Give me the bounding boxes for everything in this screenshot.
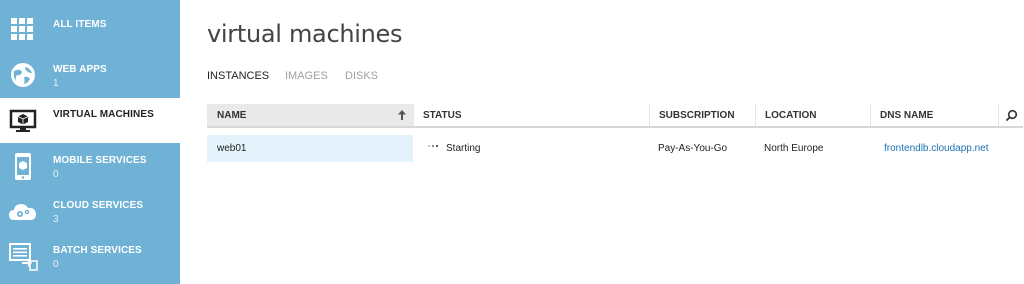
- cell-name[interactable]: web01: [207, 135, 413, 162]
- globe-icon: [8, 60, 38, 90]
- sidebar-item-label: BATCH SERVICES: [53, 245, 142, 256]
- column-header-status[interactable]: STATUS: [413, 104, 649, 126]
- cloud-gear-icon: [8, 196, 38, 226]
- status-text: Starting: [446, 143, 481, 154]
- column-header-dns-name[interactable]: DNS NAME: [870, 104, 998, 126]
- sidebar-item-mobile-services[interactable]: MOBILE SERVICES 0: [0, 144, 180, 189]
- column-header-name[interactable]: NAME: [207, 104, 413, 126]
- cell-location: North Europe: [764, 143, 824, 154]
- sidebar-item-label: MOBILE SERVICES: [53, 155, 147, 166]
- sidebar-item-label: VIRTUAL MACHINES: [53, 109, 154, 120]
- grid-icon: [8, 15, 38, 45]
- sidebar-item-all-items[interactable]: ALL ITEMS: [0, 8, 180, 53]
- sidebar-item-label: WEB APPS: [53, 64, 107, 75]
- column-header-location[interactable]: LOCATION: [755, 104, 870, 126]
- sidebar-item-cloud-services[interactable]: CLOUD SERVICES 3: [0, 189, 180, 234]
- tab-instances[interactable]: INSTANCES: [207, 70, 269, 82]
- sort-ascending-arrow-icon[interactable]: [397, 109, 407, 121]
- cell-subscription: Pay-As-You-Go: [658, 143, 728, 154]
- sidebar-item-web-apps[interactable]: WEB APPS 1: [0, 53, 180, 98]
- mobile-device-icon: [8, 151, 38, 181]
- virtual-machine-icon: [8, 105, 38, 135]
- spinner-dots-icon: [428, 143, 439, 149]
- sidebar-item-count: 3: [53, 214, 59, 225]
- tab-disks[interactable]: DISKS: [345, 70, 378, 82]
- sidebar-item-label: CLOUD SERVICES: [53, 200, 144, 211]
- sidebar-item-label: ALL ITEMS: [53, 19, 107, 30]
- sidebar: ALL ITEMS WEB APPS 1 VIRTUAL MACHINES MO…: [0, 0, 180, 284]
- column-header-label: NAME: [217, 110, 247, 121]
- page-title: virtual machines: [207, 20, 403, 48]
- batch-list-icon: [8, 241, 38, 271]
- cell-status: Starting: [419, 135, 649, 162]
- column-header-subscription[interactable]: SUBSCRIPTION: [649, 104, 755, 126]
- sidebar-item-count: 0: [53, 169, 59, 180]
- tab-images[interactable]: IMAGES: [285, 70, 328, 82]
- table-header: NAME STATUS SUBSCRIPTION LOCATION DNS NA…: [207, 104, 1023, 128]
- sidebar-item-virtual-machines[interactable]: VIRTUAL MACHINES: [0, 98, 180, 143]
- sidebar-item-count: 0: [53, 259, 59, 270]
- sidebar-item-count: 1: [53, 78, 59, 89]
- dns-name-link[interactable]: frontendlb.cloudapp.net: [870, 135, 1023, 162]
- table-row[interactable]: web01 Starting Pay-As-You-Go North Europ…: [207, 135, 1023, 162]
- table-search-button[interactable]: [998, 104, 1023, 126]
- sidebar-item-batch-services[interactable]: BATCH SERVICES 0: [0, 234, 180, 279]
